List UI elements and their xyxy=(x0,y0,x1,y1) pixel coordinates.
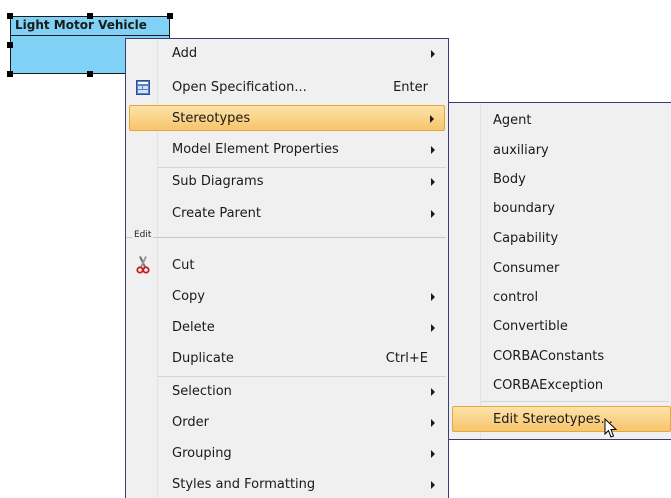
menu-item-cut[interactable]: Cut xyxy=(126,253,448,279)
menu-item-open-specification[interactable]: Open Specification... Enter xyxy=(126,75,448,101)
submenu-item-label: boundary xyxy=(493,201,555,216)
menu-item-model-element-properties[interactable]: Model Element Properties xyxy=(126,137,448,163)
stereotypes-submenu: Agent auxiliary Body boundary Capability… xyxy=(448,102,671,440)
selection-handle-left[interactable] xyxy=(7,42,13,48)
menu-item-label: Selection xyxy=(172,384,232,399)
submenu-item-agent[interactable]: Agent xyxy=(449,108,671,134)
menu-item-label: Styles and Formatting xyxy=(172,477,316,492)
uml-class-name[interactable]: Light Motor Vehicle xyxy=(11,17,169,36)
submenu-arrow-icon xyxy=(431,210,435,218)
menu-item-grouping[interactable]: Grouping xyxy=(126,441,448,467)
submenu-item-label: Consumer xyxy=(493,261,560,276)
submenu-item-edit-stereotypes[interactable]: Edit Stereotypes... xyxy=(452,406,671,432)
menu-item-add[interactable]: Add xyxy=(126,41,448,67)
menu-item-stereotypes[interactable]: Stereotypes xyxy=(129,105,445,131)
scissors-icon xyxy=(136,256,150,278)
submenu-arrow-icon xyxy=(431,324,435,332)
submenu-arrow-icon xyxy=(431,50,435,58)
submenu-item-capability[interactable]: Capability xyxy=(449,226,671,252)
menu-item-create-parent[interactable]: Create Parent xyxy=(126,201,448,227)
menu-item-label: Open Specification... xyxy=(172,80,307,95)
submenu-item-consumer[interactable]: Consumer xyxy=(449,256,671,282)
submenu-arrow-icon xyxy=(431,178,435,186)
submenu-item-convertible[interactable]: Convertible xyxy=(449,314,671,340)
selection-handle-top-left[interactable] xyxy=(7,13,13,19)
submenu-arrow-icon xyxy=(431,419,435,427)
submenu-item-label: Capability xyxy=(493,231,559,246)
menu-item-order[interactable]: Order xyxy=(126,410,448,436)
mouse-pointer-icon xyxy=(604,417,618,444)
submenu-arrow-icon xyxy=(431,450,435,458)
specification-icon xyxy=(136,80,150,99)
menu-item-label: Stereotypes xyxy=(172,111,251,126)
menu-item-duplicate[interactable]: Duplicate Ctrl+E xyxy=(126,346,448,372)
submenu-item-label: CORBAConstants xyxy=(493,349,605,364)
menu-separator xyxy=(481,401,669,402)
section-divider xyxy=(126,237,446,238)
menu-item-label: Order xyxy=(172,415,209,430)
submenu-item-body[interactable]: Body xyxy=(449,167,671,193)
submenu-item-label: Agent xyxy=(493,113,532,128)
menu-item-label: Cut xyxy=(172,258,195,273)
submenu-arrow-icon xyxy=(431,146,435,154)
selection-handle-bottom[interactable] xyxy=(87,71,93,77)
menu-item-label: Sub Diagrams xyxy=(172,174,264,189)
menu-item-shortcut: Ctrl+E xyxy=(385,351,428,366)
submenu-arrow-icon xyxy=(431,293,435,301)
menu-item-copy[interactable]: Copy xyxy=(126,284,448,310)
context-menu: Add Open Specification... Enter Stereoty… xyxy=(125,38,449,498)
submenu-item-label: Body xyxy=(493,172,526,187)
menu-separator xyxy=(158,376,446,377)
menu-separator xyxy=(158,167,446,168)
submenu-arrow-icon xyxy=(431,388,435,396)
menu-item-shortcut: Enter xyxy=(393,80,428,95)
menu-item-label: Grouping xyxy=(172,446,232,461)
selection-handle-bottom-left[interactable] xyxy=(7,71,13,77)
section-label: Edit xyxy=(132,230,154,240)
submenu-arrow-icon xyxy=(431,481,435,489)
submenu-item-label: Edit Stereotypes... xyxy=(493,412,613,427)
submenu-item-boundary[interactable]: boundary xyxy=(449,196,671,222)
submenu-arrow-icon xyxy=(430,115,434,123)
menu-item-label: Add xyxy=(172,46,198,61)
submenu-item-label: CORBAException xyxy=(493,378,604,393)
submenu-item-auxiliary[interactable]: auxiliary xyxy=(449,138,671,164)
submenu-item-corbaconstants[interactable]: CORBAConstants xyxy=(449,344,671,370)
menu-item-styles-and-formatting[interactable]: Styles and Formatting xyxy=(126,472,448,498)
menu-item-selection[interactable]: Selection xyxy=(126,379,448,405)
selection-handle-top-right[interactable] xyxy=(167,13,173,19)
menu-item-label: Copy xyxy=(172,289,205,304)
submenu-item-label: Convertible xyxy=(493,319,568,334)
submenu-item-label: auxiliary xyxy=(493,143,549,158)
submenu-item-label: control xyxy=(493,290,539,305)
menu-item-delete[interactable]: Delete xyxy=(126,315,448,341)
submenu-item-corbaexception[interactable]: CORBAException xyxy=(449,373,671,399)
selection-handle-top[interactable] xyxy=(87,13,93,19)
menu-item-label: Duplicate xyxy=(172,351,234,366)
menu-item-sub-diagrams[interactable]: Sub Diagrams xyxy=(126,169,448,195)
submenu-item-control[interactable]: control xyxy=(449,285,671,311)
menu-item-label: Delete xyxy=(172,320,215,335)
menu-item-label: Model Element Properties xyxy=(172,142,339,157)
menu-item-label: Create Parent xyxy=(172,206,261,221)
menu-section-edit: Edit xyxy=(126,230,446,244)
